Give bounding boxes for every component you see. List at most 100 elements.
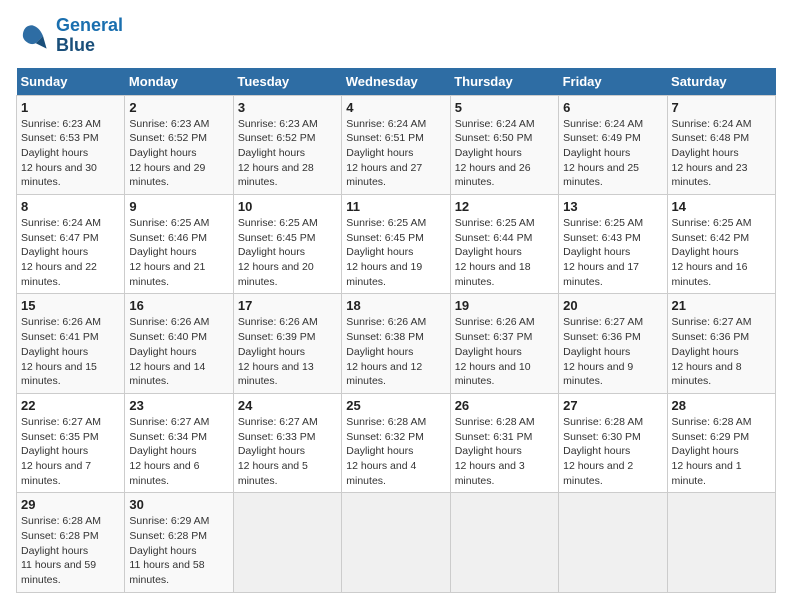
calendar-cell: 27 Sunrise: 6:28 AM Sunset: 6:30 PM Dayl… <box>559 393 667 492</box>
calendar-cell: 28 Sunrise: 6:28 AM Sunset: 6:29 PM Dayl… <box>667 393 775 492</box>
calendar-cell: 23 Sunrise: 6:27 AM Sunset: 6:34 PM Dayl… <box>125 393 233 492</box>
calendar-week-row: 29 Sunrise: 6:28 AM Sunset: 6:28 PM Dayl… <box>17 493 776 592</box>
calendar-cell: 29 Sunrise: 6:28 AM Sunset: 6:28 PM Dayl… <box>17 493 125 592</box>
calendar-cell: 25 Sunrise: 6:28 AM Sunset: 6:32 PM Dayl… <box>342 393 450 492</box>
day-number: 7 <box>672 100 771 115</box>
calendar-cell: 4 Sunrise: 6:24 AM Sunset: 6:51 PM Dayli… <box>342 95 450 194</box>
day-number: 6 <box>563 100 662 115</box>
calendar-week-row: 22 Sunrise: 6:27 AM Sunset: 6:35 PM Dayl… <box>17 393 776 492</box>
day-info: Sunrise: 6:28 AM Sunset: 6:32 PM Dayligh… <box>346 415 445 488</box>
calendar-cell: 9 Sunrise: 6:25 AM Sunset: 6:46 PM Dayli… <box>125 195 233 294</box>
day-number: 1 <box>21 100 120 115</box>
calendar-cell <box>342 493 450 592</box>
day-number: 15 <box>21 298 120 313</box>
day-number: 4 <box>346 100 445 115</box>
calendar-cell: 24 Sunrise: 6:27 AM Sunset: 6:33 PM Dayl… <box>233 393 341 492</box>
day-number: 29 <box>21 497 120 512</box>
day-info: Sunrise: 6:25 AM Sunset: 6:46 PM Dayligh… <box>129 216 228 289</box>
day-info: Sunrise: 6:24 AM Sunset: 6:48 PM Dayligh… <box>672 117 771 190</box>
day-header-tuesday: Tuesday <box>233 68 341 96</box>
calendar-cell: 14 Sunrise: 6:25 AM Sunset: 6:42 PM Dayl… <box>667 195 775 294</box>
calendar-week-row: 8 Sunrise: 6:24 AM Sunset: 6:47 PM Dayli… <box>17 195 776 294</box>
day-number: 30 <box>129 497 228 512</box>
day-info: Sunrise: 6:25 AM Sunset: 6:42 PM Dayligh… <box>672 216 771 289</box>
day-number: 18 <box>346 298 445 313</box>
calendar-cell: 13 Sunrise: 6:25 AM Sunset: 6:43 PM Dayl… <box>559 195 667 294</box>
day-info: Sunrise: 6:28 AM Sunset: 6:29 PM Dayligh… <box>672 415 771 488</box>
day-info: Sunrise: 6:26 AM Sunset: 6:38 PM Dayligh… <box>346 315 445 388</box>
day-header-friday: Friday <box>559 68 667 96</box>
day-info: Sunrise: 6:24 AM Sunset: 6:49 PM Dayligh… <box>563 117 662 190</box>
day-info: Sunrise: 6:26 AM Sunset: 6:41 PM Dayligh… <box>21 315 120 388</box>
day-info: Sunrise: 6:27 AM Sunset: 6:34 PM Dayligh… <box>129 415 228 488</box>
day-number: 9 <box>129 199 228 214</box>
day-info: Sunrise: 6:23 AM Sunset: 6:53 PM Dayligh… <box>21 117 120 190</box>
calendar-cell: 20 Sunrise: 6:27 AM Sunset: 6:36 PM Dayl… <box>559 294 667 393</box>
calendar-cell: 15 Sunrise: 6:26 AM Sunset: 6:41 PM Dayl… <box>17 294 125 393</box>
calendar-cell: 8 Sunrise: 6:24 AM Sunset: 6:47 PM Dayli… <box>17 195 125 294</box>
calendar-cell: 19 Sunrise: 6:26 AM Sunset: 6:37 PM Dayl… <box>450 294 558 393</box>
calendar-cell <box>233 493 341 592</box>
day-number: 19 <box>455 298 554 313</box>
calendar-cell: 12 Sunrise: 6:25 AM Sunset: 6:44 PM Dayl… <box>450 195 558 294</box>
day-header-saturday: Saturday <box>667 68 775 96</box>
day-info: Sunrise: 6:25 AM Sunset: 6:45 PM Dayligh… <box>238 216 337 289</box>
day-number: 14 <box>672 199 771 214</box>
calendar-cell <box>450 493 558 592</box>
calendar-cell <box>559 493 667 592</box>
day-header-wednesday: Wednesday <box>342 68 450 96</box>
day-number: 28 <box>672 398 771 413</box>
calendar-cell: 2 Sunrise: 6:23 AM Sunset: 6:52 PM Dayli… <box>125 95 233 194</box>
day-number: 21 <box>672 298 771 313</box>
calendar-cell: 1 Sunrise: 6:23 AM Sunset: 6:53 PM Dayli… <box>17 95 125 194</box>
calendar-cell: 21 Sunrise: 6:27 AM Sunset: 6:36 PM Dayl… <box>667 294 775 393</box>
day-info: Sunrise: 6:25 AM Sunset: 6:44 PM Dayligh… <box>455 216 554 289</box>
day-info: Sunrise: 6:28 AM Sunset: 6:31 PM Dayligh… <box>455 415 554 488</box>
calendar-body: 1 Sunrise: 6:23 AM Sunset: 6:53 PM Dayli… <box>17 95 776 592</box>
calendar-cell: 5 Sunrise: 6:24 AM Sunset: 6:50 PM Dayli… <box>450 95 558 194</box>
day-number: 23 <box>129 398 228 413</box>
day-info: Sunrise: 6:25 AM Sunset: 6:43 PM Dayligh… <box>563 216 662 289</box>
day-info: Sunrise: 6:27 AM Sunset: 6:33 PM Dayligh… <box>238 415 337 488</box>
calendar-week-row: 1 Sunrise: 6:23 AM Sunset: 6:53 PM Dayli… <box>17 95 776 194</box>
day-number: 17 <box>238 298 337 313</box>
calendar-week-row: 15 Sunrise: 6:26 AM Sunset: 6:41 PM Dayl… <box>17 294 776 393</box>
day-header-sunday: Sunday <box>17 68 125 96</box>
day-number: 3 <box>238 100 337 115</box>
day-number: 25 <box>346 398 445 413</box>
day-info: Sunrise: 6:27 AM Sunset: 6:35 PM Dayligh… <box>21 415 120 488</box>
day-info: Sunrise: 6:25 AM Sunset: 6:45 PM Dayligh… <box>346 216 445 289</box>
logo-icon <box>16 18 52 54</box>
calendar-cell: 7 Sunrise: 6:24 AM Sunset: 6:48 PM Dayli… <box>667 95 775 194</box>
calendar-cell <box>667 493 775 592</box>
day-info: Sunrise: 6:24 AM Sunset: 6:47 PM Dayligh… <box>21 216 120 289</box>
logo-text: General Blue <box>56 16 123 56</box>
calendar-cell: 6 Sunrise: 6:24 AM Sunset: 6:49 PM Dayli… <box>559 95 667 194</box>
day-number: 16 <box>129 298 228 313</box>
day-info: Sunrise: 6:27 AM Sunset: 6:36 PM Dayligh… <box>563 315 662 388</box>
day-number: 22 <box>21 398 120 413</box>
day-header-thursday: Thursday <box>450 68 558 96</box>
day-number: 27 <box>563 398 662 413</box>
day-number: 8 <box>21 199 120 214</box>
day-number: 2 <box>129 100 228 115</box>
calendar-cell: 11 Sunrise: 6:25 AM Sunset: 6:45 PM Dayl… <box>342 195 450 294</box>
day-number: 5 <box>455 100 554 115</box>
day-number: 20 <box>563 298 662 313</box>
calendar-cell: 26 Sunrise: 6:28 AM Sunset: 6:31 PM Dayl… <box>450 393 558 492</box>
page-header: General Blue <box>16 16 776 56</box>
day-info: Sunrise: 6:27 AM Sunset: 6:36 PM Dayligh… <box>672 315 771 388</box>
calendar-cell: 3 Sunrise: 6:23 AM Sunset: 6:52 PM Dayli… <box>233 95 341 194</box>
day-info: Sunrise: 6:28 AM Sunset: 6:30 PM Dayligh… <box>563 415 662 488</box>
calendar-cell: 10 Sunrise: 6:25 AM Sunset: 6:45 PM Dayl… <box>233 195 341 294</box>
day-info: Sunrise: 6:29 AM Sunset: 6:28 PM Dayligh… <box>129 514 228 587</box>
day-info: Sunrise: 6:23 AM Sunset: 6:52 PM Dayligh… <box>238 117 337 190</box>
calendar-table: SundayMondayTuesdayWednesdayThursdayFrid… <box>16 68 776 593</box>
day-number: 26 <box>455 398 554 413</box>
logo: General Blue <box>16 16 123 56</box>
day-info: Sunrise: 6:26 AM Sunset: 6:37 PM Dayligh… <box>455 315 554 388</box>
day-info: Sunrise: 6:28 AM Sunset: 6:28 PM Dayligh… <box>21 514 120 587</box>
calendar-cell: 16 Sunrise: 6:26 AM Sunset: 6:40 PM Dayl… <box>125 294 233 393</box>
day-info: Sunrise: 6:24 AM Sunset: 6:51 PM Dayligh… <box>346 117 445 190</box>
day-info: Sunrise: 6:23 AM Sunset: 6:52 PM Dayligh… <box>129 117 228 190</box>
